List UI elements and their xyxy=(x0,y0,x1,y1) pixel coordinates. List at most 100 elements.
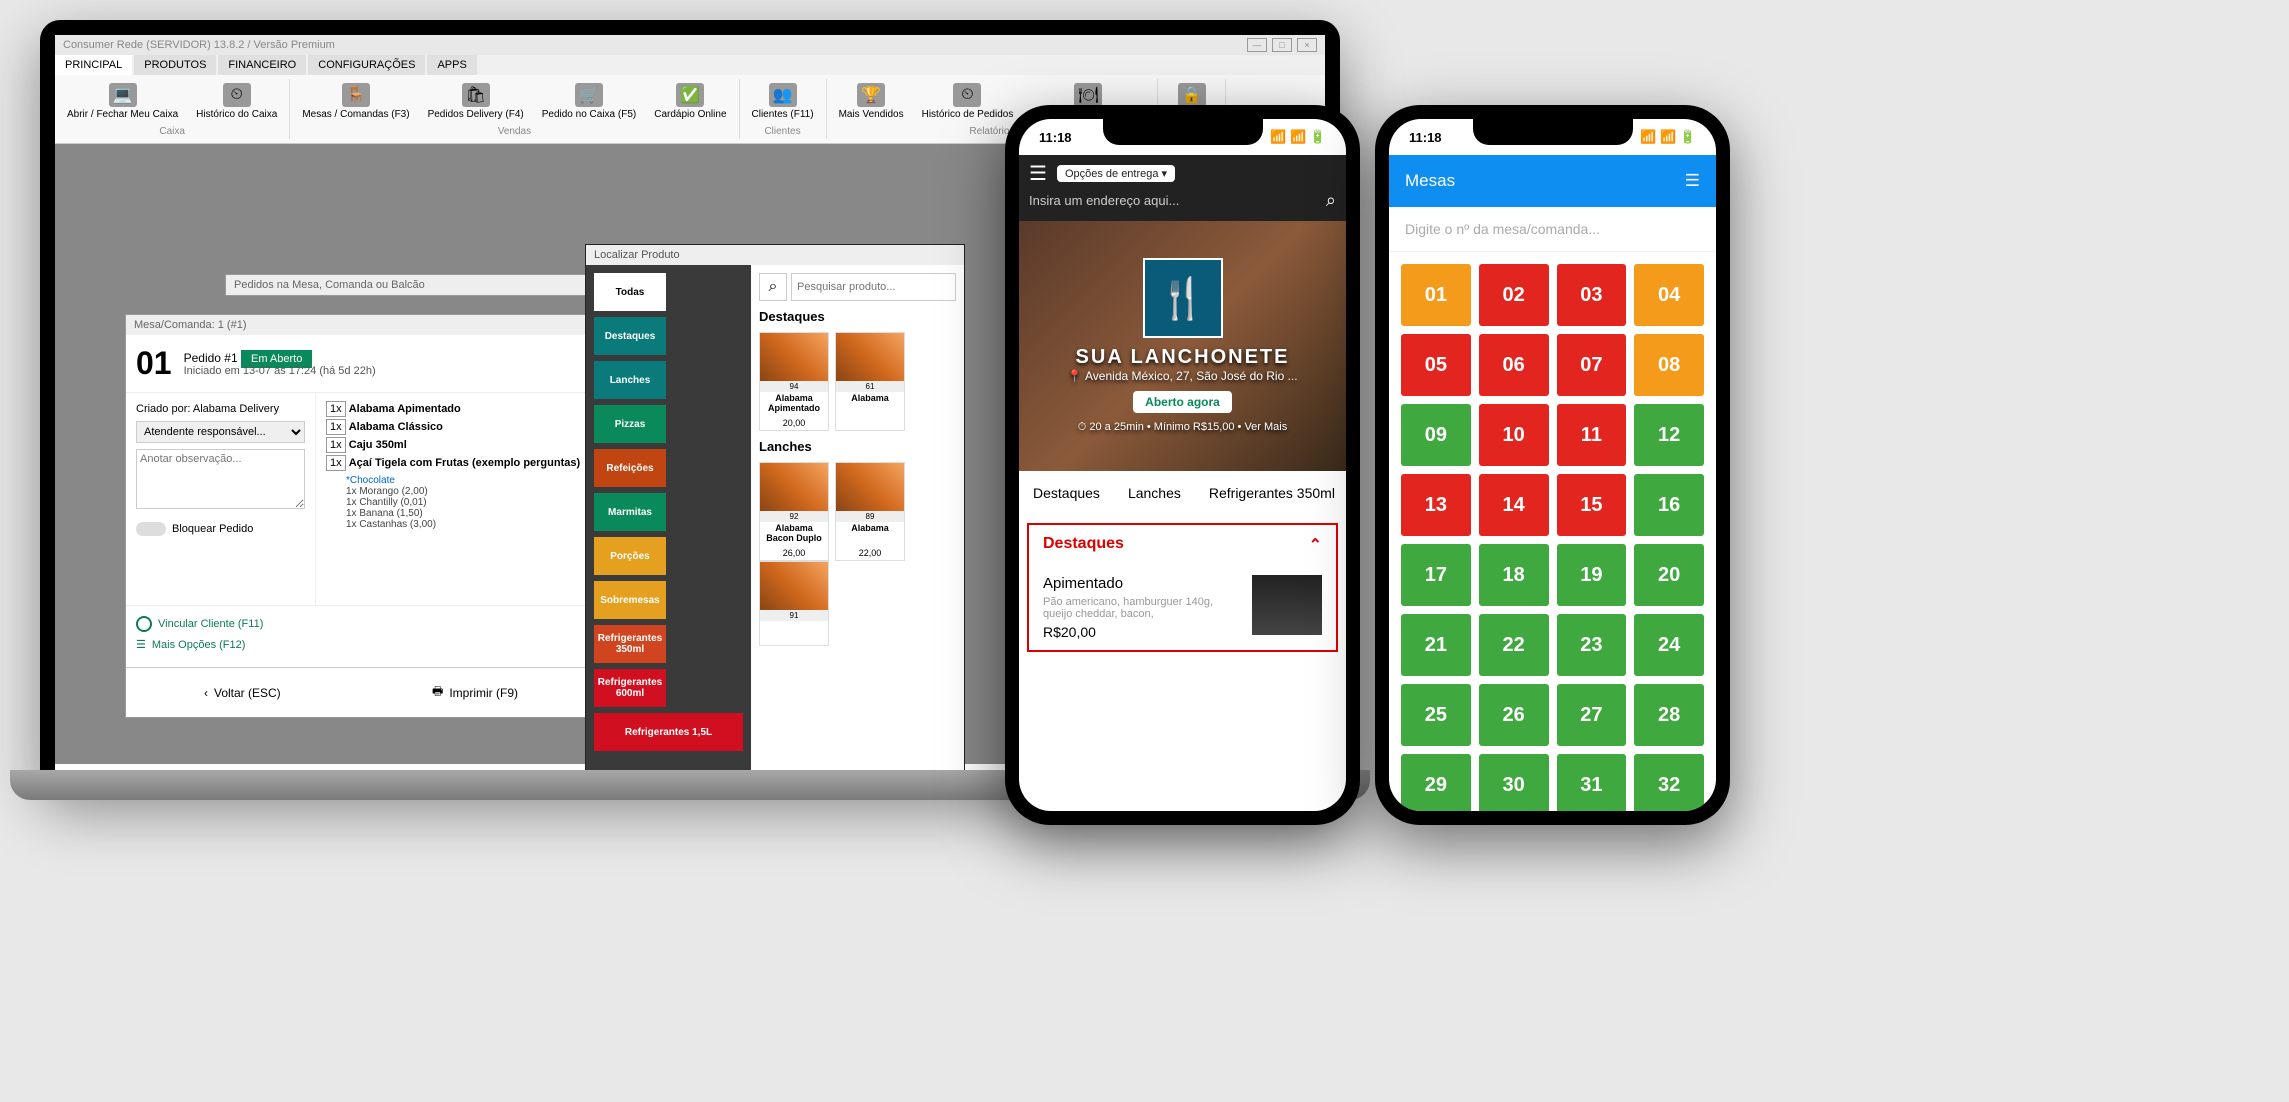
ribbon-group: 🪑Mesas / Comandas (F3) 🛍 Pedidos Delivery … xyxy=(290,79,739,139)
mesa-tile[interactable]: 27 xyxy=(1557,684,1627,746)
ribbon-button[interactable]: ✅Cardápio Online xyxy=(650,81,730,122)
hamburger-icon[interactable]: ☰ xyxy=(1029,161,1047,186)
block-toggle[interactable] xyxy=(136,522,166,536)
mesa-tile[interactable]: 19 xyxy=(1557,544,1627,606)
ribbon-button[interactable]: 🛒Pedido no Caixa (F5) xyxy=(538,81,641,122)
ribbon-button[interactable]: 🏆Mais Vendidos xyxy=(835,81,908,122)
search-icon[interactable]: ⌕ xyxy=(1326,190,1336,211)
tab-financeiro[interactable]: FINANCEIRO xyxy=(218,55,306,75)
atendente-select[interactable]: Atendente responsável... xyxy=(136,421,305,443)
category-button[interactable]: Refeições xyxy=(594,449,666,487)
observation-input[interactable] xyxy=(136,449,305,509)
category-tab[interactable]: Refrigerantes 350ml xyxy=(1195,471,1346,515)
localizar-produto-dialog: Localizar Produto TodasDestaquesLanchesP… xyxy=(585,244,965,775)
mesa-tile[interactable]: 14 xyxy=(1479,474,1549,536)
mesa-tile[interactable]: 15 xyxy=(1557,474,1627,536)
ribbon-icon: ⏲ xyxy=(953,83,981,107)
category-button[interactable]: Destaques xyxy=(594,317,666,355)
mesa-tile[interactable]: 23 xyxy=(1557,614,1627,676)
product-image xyxy=(760,562,828,610)
product-card[interactable]: 92Alabama Bacon Duplo26,00 xyxy=(759,462,829,561)
category-tab[interactable]: Lanches xyxy=(1114,471,1195,515)
ribbon-label: Mais Vendidos xyxy=(839,109,904,120)
ribbon-icon: 🛍 xyxy=(462,83,490,107)
pedidos-dialog: Pedidos na Mesa, Comanda ou Balcão xyxy=(225,274,625,296)
mesa-tile[interactable]: 06 xyxy=(1479,334,1549,396)
mesa-tile[interactable]: 13 xyxy=(1401,474,1471,536)
mesa-tile[interactable]: 07 xyxy=(1557,334,1627,396)
category-button[interactable]: Todas xyxy=(594,273,666,311)
product-code: 89 xyxy=(836,511,904,522)
ribbon-label: Pedidos Delivery (F4) xyxy=(428,109,524,120)
category-button[interactable]: Lanches xyxy=(594,361,666,399)
close-icon[interactable]: × xyxy=(1297,38,1317,52)
product-card[interactable]: 61Alabama xyxy=(835,332,905,431)
mesa-tile[interactable]: 30 xyxy=(1479,754,1549,811)
voltar-button[interactable]: ‹ Voltar (ESC) xyxy=(126,668,359,717)
mesa-tile[interactable]: 32 xyxy=(1634,754,1704,811)
mesa-tile[interactable]: 12 xyxy=(1634,404,1704,466)
mesa-tile[interactable]: 01 xyxy=(1401,264,1471,326)
ribbon-label: Abrir / Fechar Meu Caixa xyxy=(67,109,178,120)
tab-produtos[interactable]: PRODUTOS xyxy=(134,55,216,75)
order-left-panel: Criado por: Alabama Delivery Atendente r… xyxy=(126,393,316,605)
product-card[interactable]: 91 xyxy=(759,561,829,646)
mesa-tile[interactable]: 18 xyxy=(1479,544,1549,606)
category-tab[interactable]: Destaques xyxy=(1019,471,1114,515)
product-card[interactable]: 94Alabama Apimentado20,00 xyxy=(759,332,829,431)
mesa-tile[interactable]: 08 xyxy=(1634,334,1704,396)
product-search-input[interactable] xyxy=(791,273,956,301)
ribbon-button[interactable]: 🛍 Pedidos Delivery (F4) xyxy=(424,81,528,122)
menu-item[interactable]: Apimentado Pão americano, hamburguer 140… xyxy=(1029,565,1336,650)
mesa-search-input[interactable]: Digite o nº da mesa/comanda... xyxy=(1389,207,1716,252)
mesa-tile[interactable]: 25 xyxy=(1401,684,1471,746)
mesa-tile[interactable]: 21 xyxy=(1401,614,1471,676)
tab-configurações[interactable]: CONFIGURAÇÕES xyxy=(308,55,425,75)
mesa-tile[interactable]: 29 xyxy=(1401,754,1471,811)
category-button[interactable]: Refrigerantes 600ml xyxy=(594,669,666,707)
product-name: Alabama xyxy=(836,392,904,416)
chevron-up-icon[interactable]: ⌃ xyxy=(1309,535,1322,555)
maximize-icon[interactable]: □ xyxy=(1272,38,1292,52)
mesa-tile[interactable]: 16 xyxy=(1634,474,1704,536)
ribbon-button[interactable]: 💻Abrir / Fechar Meu Caixa xyxy=(63,81,182,122)
category-button[interactable]: Refrigerantes 1,5L xyxy=(594,713,743,751)
mesa-tile[interactable]: 31 xyxy=(1557,754,1627,811)
product-list-panel: ⌕ Destaques94Alabama Apimentado20,0061Al… xyxy=(751,265,964,775)
ribbon-button[interactable]: 👥Clientes (F11) xyxy=(748,81,818,122)
category-tabs: DestaquesLanchesRefrigerantes 350ml xyxy=(1019,471,1346,515)
mesa-tile[interactable]: 02 xyxy=(1479,264,1549,326)
tab-principal[interactable]: PRINCIPAL xyxy=(55,55,132,75)
mesa-tile[interactable]: 17 xyxy=(1401,544,1471,606)
category-button[interactable]: Porções xyxy=(594,537,666,575)
category-button[interactable]: Sobremesas xyxy=(594,581,666,619)
imprimir-button[interactable]: 🖶 Imprimir (F9) xyxy=(359,668,592,717)
mesa-tile[interactable]: 04 xyxy=(1634,264,1704,326)
ribbon-button[interactable]: ⏲Histórico do Caixa xyxy=(192,81,281,122)
mesa-tile[interactable]: 28 xyxy=(1634,684,1704,746)
mesa-tile[interactable]: 22 xyxy=(1479,614,1549,676)
category-button[interactable]: Pizzas xyxy=(594,405,666,443)
ribbon-label: Clientes (F11) xyxy=(752,109,814,120)
mesa-tile[interactable]: 20 xyxy=(1634,544,1704,606)
window-controls[interactable]: — □ × xyxy=(1245,38,1317,52)
mesa-tile[interactable]: 10 xyxy=(1479,404,1549,466)
delivery-options-chip[interactable]: Opções de entrega ▾ xyxy=(1057,165,1175,182)
mesa-tile[interactable]: 05 xyxy=(1401,334,1471,396)
minimize-icon[interactable]: — xyxy=(1247,38,1267,52)
mesa-tile[interactable]: 09 xyxy=(1401,404,1471,466)
mesa-tile[interactable]: 24 xyxy=(1634,614,1704,676)
ribbon-button[interactable]: ⏲Histórico de Pedidos xyxy=(918,81,1018,122)
hamburger-icon[interactable]: ☰ xyxy=(1685,171,1700,191)
mesa-tile[interactable]: 26 xyxy=(1479,684,1549,746)
category-button[interactable]: Refrigerantes 350ml xyxy=(594,625,666,663)
address-input[interactable]: Insira um endereço aqui... xyxy=(1029,193,1316,208)
tab-apps[interactable]: APPS xyxy=(427,55,476,75)
mesa-tile[interactable]: 11 xyxy=(1557,404,1627,466)
store-name: SUA LANCHONETE xyxy=(1076,346,1290,369)
category-button[interactable]: Marmitas xyxy=(594,493,666,531)
product-price: 20,00 xyxy=(760,416,828,430)
mesa-tile[interactable]: 03 xyxy=(1557,264,1627,326)
ribbon-button[interactable]: 🪑Mesas / Comandas (F3) xyxy=(298,81,413,122)
product-card[interactable]: 89Alabama22,00 xyxy=(835,462,905,561)
